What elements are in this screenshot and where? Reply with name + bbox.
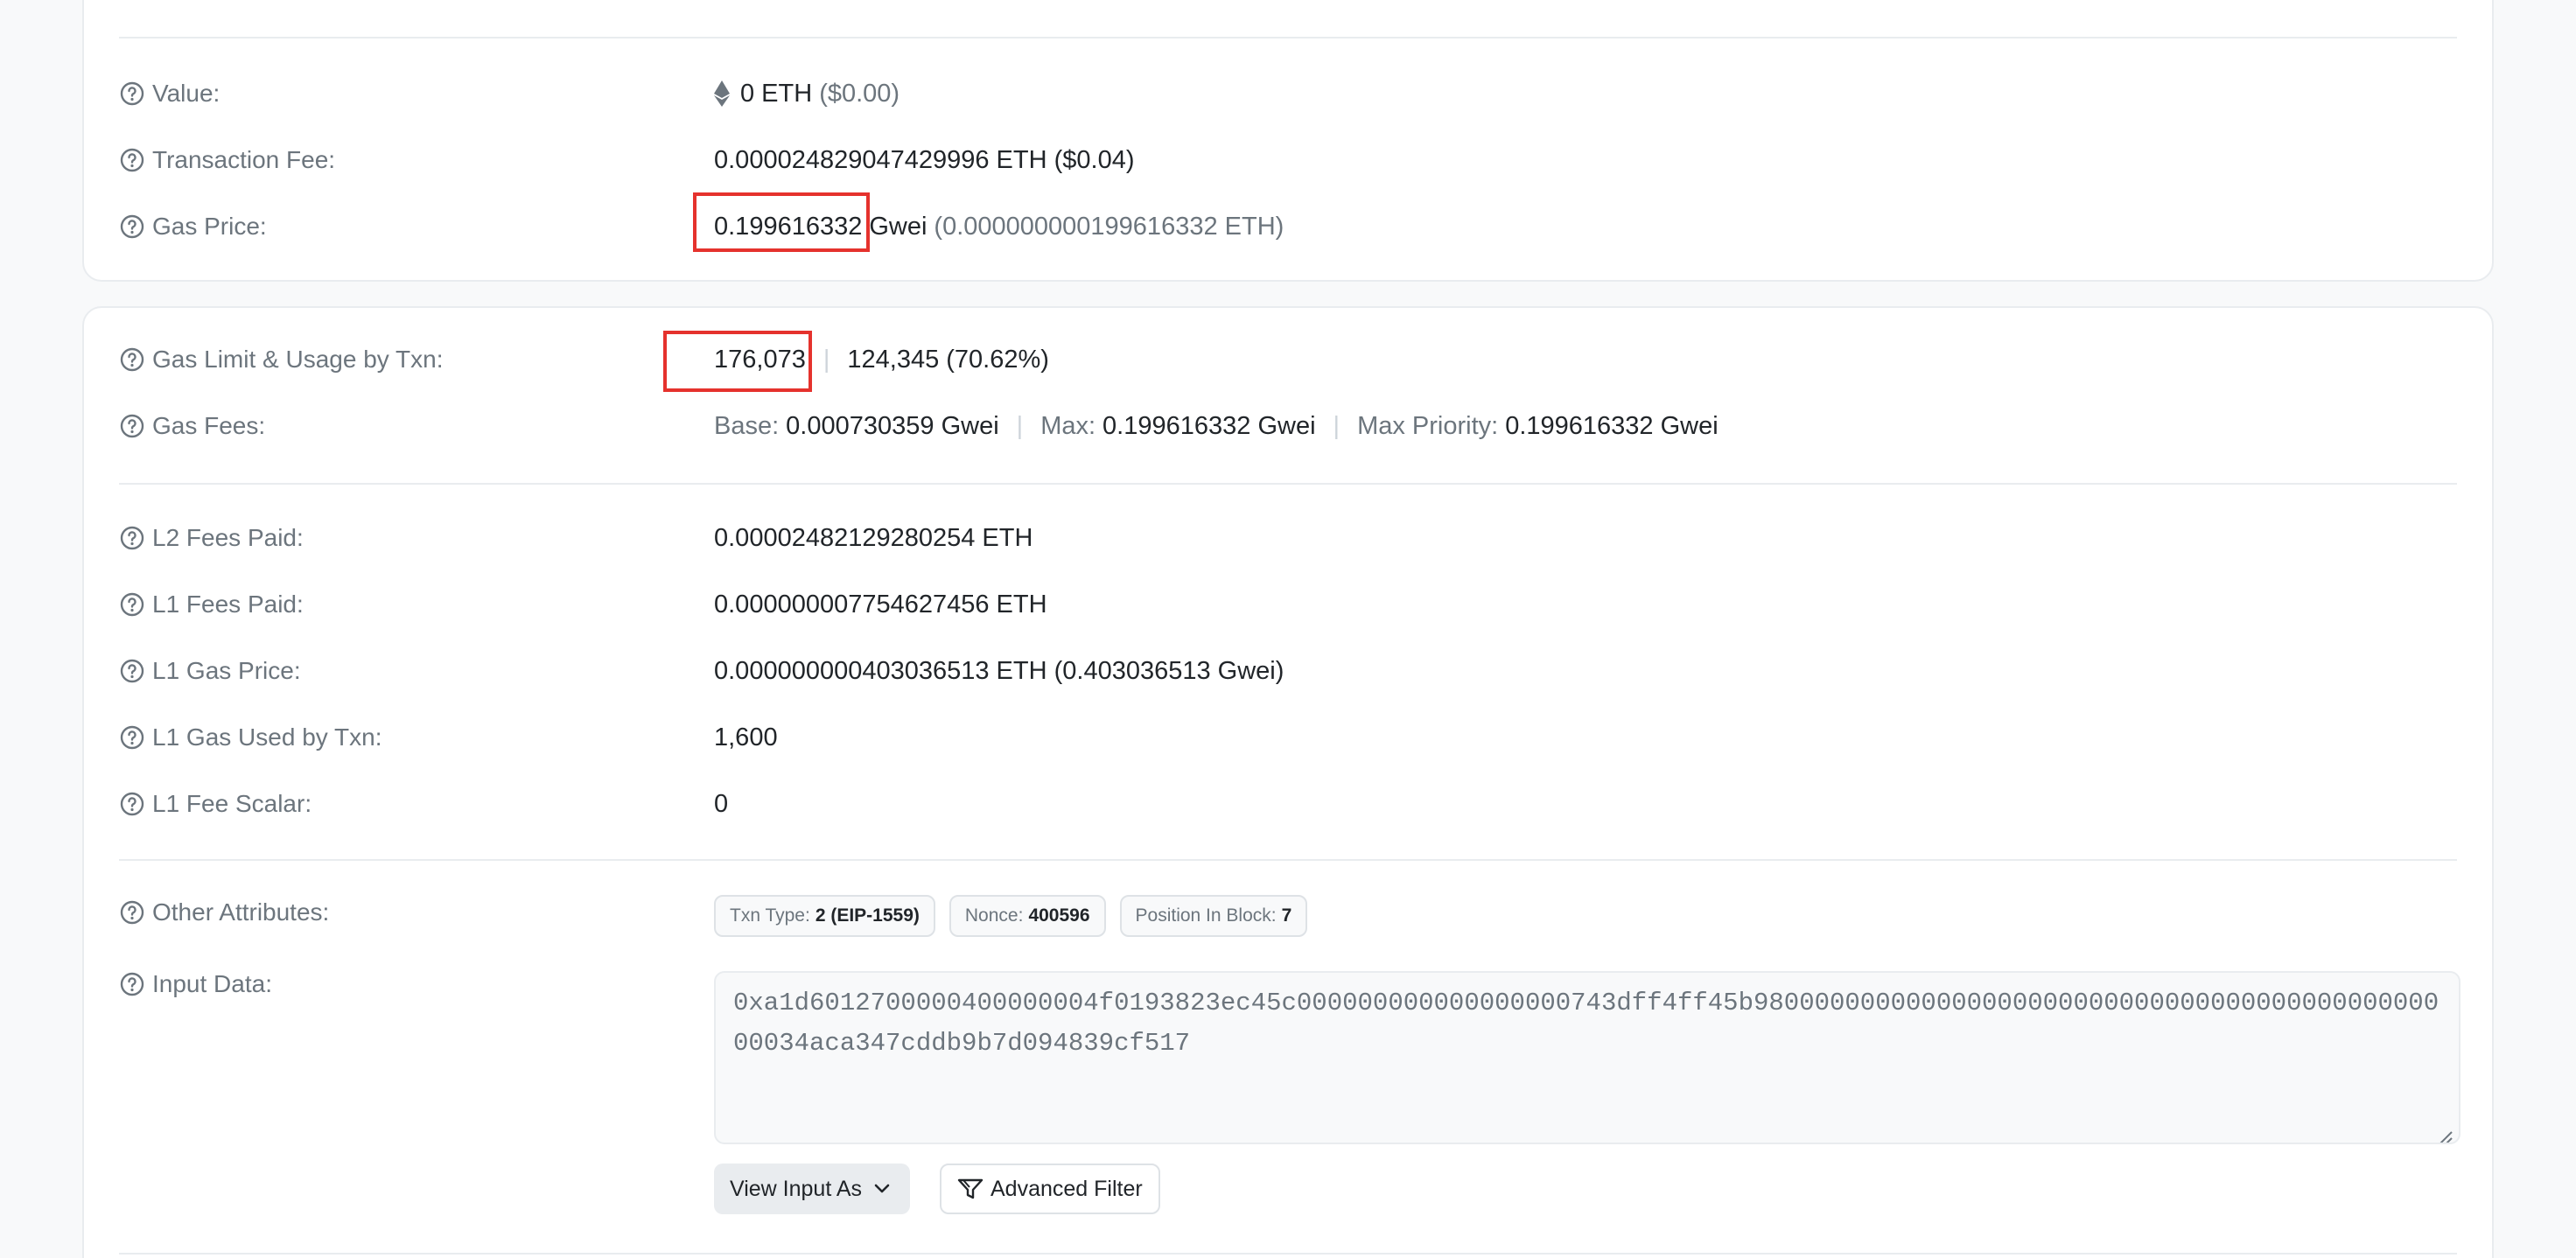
value-label-text: Value:: [152, 80, 220, 107]
l1-gas-price-label: L1 Gas Price:: [119, 649, 301, 693]
other-attributes-badges: Txn Type: 2 (EIP-1559) Nonce: 400596 Pos…: [714, 894, 1321, 938]
l1-fees-paid-label: L1 Fees Paid:: [119, 583, 304, 626]
gas-limit-highlight-box: [663, 331, 812, 392]
view-input-as-label: View Input As: [730, 1176, 863, 1201]
max-fee-value: 0.199616332 Gwei: [1102, 411, 1316, 440]
gas-limit-row: Gas Limit & Usage by Txn: 176,073 | 124,…: [84, 338, 2492, 381]
filter-icon: [957, 1178, 984, 1200]
help-circle-icon[interactable]: [119, 346, 145, 373]
ethereum-icon: [714, 80, 730, 107]
help-circle-icon[interactable]: [119, 791, 145, 817]
resize-handle-icon[interactable]: [2436, 1120, 2454, 1143]
gas-fees-row: Gas Fees: Base: 0.000730359 Gwei | Max: …: [84, 404, 2492, 448]
help-circle-icon[interactable]: [119, 525, 145, 551]
value-usd: ($0.00): [819, 79, 900, 108]
value-label: Value:: [119, 72, 220, 115]
separator: |: [822, 345, 830, 374]
gas-price-eth: (0.000000000199616332 ETH): [934, 212, 1284, 241]
l1-fee-scalar-label-text: L1 Fee Scalar:: [152, 790, 312, 817]
l1-gas-price-row: L1 Gas Price: 0.000000000403036513 ETH (…: [84, 649, 2492, 693]
help-circle-icon[interactable]: [119, 971, 145, 997]
view-input-as-button[interactable]: View Input As: [714, 1164, 910, 1214]
value-row: Value: 0 ETH ($0.00): [84, 72, 2492, 115]
advanced-filter-label: Advanced Filter: [990, 1176, 1143, 1201]
nonce-value: 400596: [1028, 905, 1090, 926]
base-fee-value: 0.000730359 Gwei: [786, 411, 999, 440]
advanced-filter-button[interactable]: Advanced Filter: [940, 1164, 1160, 1214]
help-circle-icon[interactable]: [119, 724, 145, 751]
gas-price-label: Gas Price:: [119, 205, 267, 248]
l2-fees-paid-label-text: L2 Fees Paid:: [152, 524, 304, 551]
l2-fees-paid-label: L2 Fees Paid:: [119, 516, 304, 560]
l1-gas-used-label-text: L1 Gas Used by Txn:: [152, 723, 382, 751]
separator: |: [1016, 411, 1024, 440]
transaction-fee-label-text: Transaction Fee:: [152, 146, 336, 173]
value-value: 0 ETH ($0.00): [714, 72, 900, 115]
help-circle-icon[interactable]: [119, 213, 145, 240]
help-circle-icon[interactable]: [119, 658, 145, 684]
nonce-label: Nonce:: [964, 905, 1024, 926]
divider: [119, 483, 2457, 485]
gas-price-row: Gas Price: 0.199616332 Gwei (0.000000000…: [84, 205, 2492, 248]
gas-usage-amount: 124,345 (70.62%): [847, 345, 1049, 374]
other-attributes-label: Other Attributes:: [119, 891, 329, 934]
txn-type-label: Txn Type:: [730, 905, 810, 926]
help-circle-icon[interactable]: [119, 413, 145, 439]
gas-fees-value: Base: 0.000730359 Gwei | Max: 0.19961633…: [714, 404, 1718, 448]
gas-fees-label-text: Gas Fees:: [152, 412, 266, 439]
l1-gas-price-label-text: L1 Gas Price:: [152, 657, 301, 684]
gas-limit-label-text: Gas Limit & Usage by Txn:: [152, 346, 444, 373]
input-data-label-text: Input Data:: [152, 970, 272, 997]
help-circle-icon[interactable]: [119, 899, 145, 926]
overview-card: Value: 0 ETH ($0.00) Transaction Fee: 0.…: [82, 0, 2494, 282]
value-amount: 0 ETH: [740, 79, 813, 108]
gas-price-highlight-box: [693, 192, 870, 252]
position-in-block-value: 7: [1281, 905, 1292, 926]
l2-fees-paid-value: 0.00002482129280254 ETH: [714, 523, 1033, 552]
gas-limit-label: Gas Limit & Usage by Txn:: [119, 338, 444, 381]
base-fee-label: Base:: [714, 411, 780, 440]
max-fee-label: Max:: [1040, 411, 1096, 440]
position-in-block-badge: Position In Block: 7: [1119, 895, 1308, 937]
l1-gas-used-label: L1 Gas Used by Txn:: [119, 716, 382, 759]
l1-fees-paid-row: L1 Fees Paid: 0.000000007754627456 ETH: [84, 583, 2492, 626]
gas-fees-label: Gas Fees:: [119, 404, 265, 448]
divider: [119, 1253, 2457, 1255]
max-priority-value: 0.199616332 Gwei: [1505, 411, 1718, 440]
help-circle-icon[interactable]: [119, 147, 145, 173]
help-circle-icon[interactable]: [119, 591, 145, 618]
l1-gas-used-value: 1,600: [714, 723, 778, 751]
input-data-label: Input Data:: [119, 962, 272, 1006]
input-data-textarea[interactable]: 0xa1d6012700000400000004f0193823ec45c000…: [714, 971, 2460, 1144]
divider: [119, 37, 2457, 38]
input-data-value: 0xa1d6012700000400000004f0193823ec45c000…: [733, 989, 2440, 1058]
transaction-fee-row: Transaction Fee: 0.000024829047429996 ET…: [84, 138, 2492, 182]
help-circle-icon[interactable]: [119, 80, 145, 107]
gas-price-unit: Gwei: [869, 212, 928, 241]
l1-fees-paid-label-text: L1 Fees Paid:: [152, 591, 304, 618]
l2-fees-paid-row: L2 Fees Paid: 0.00002482129280254 ETH: [84, 516, 2492, 560]
l1-gas-price-value: 0.000000000403036513 ETH (0.403036513 Gw…: [714, 656, 1284, 685]
max-priority-label: Max Priority:: [1357, 411, 1499, 440]
position-in-block-label: Position In Block:: [1135, 905, 1277, 926]
other-attributes-row: Other Attributes: Txn Type: 2 (EIP-1559)…: [84, 891, 2492, 937]
txn-type-value: 2 (EIP-1559): [815, 905, 920, 926]
l1-fees-paid-value: 0.000000007754627456 ETH: [714, 590, 1047, 619]
l1-fee-scalar-label: L1 Fee Scalar:: [119, 782, 312, 826]
other-attributes-label-text: Other Attributes:: [152, 898, 330, 926]
separator: |: [1333, 411, 1340, 440]
l1-fee-scalar-value: 0: [714, 789, 729, 818]
transaction-fee-value: 0.000024829047429996 ETH ($0.04): [714, 145, 1135, 174]
txn-type-badge: Txn Type: 2 (EIP-1559): [714, 895, 935, 937]
divider: [119, 859, 2457, 861]
gas-details-card: Gas Limit & Usage by Txn: 176,073 | 124,…: [82, 306, 2494, 1258]
l1-fee-scalar-row: L1 Fee Scalar: 0: [84, 782, 2492, 826]
transaction-fee-label: Transaction Fee:: [119, 138, 335, 182]
nonce-badge: Nonce: 400596: [948, 895, 1106, 937]
chevron-down-icon: [874, 1184, 890, 1194]
l1-gas-used-row: L1 Gas Used by Txn: 1,600: [84, 716, 2492, 759]
gas-price-label-text: Gas Price:: [152, 213, 267, 240]
